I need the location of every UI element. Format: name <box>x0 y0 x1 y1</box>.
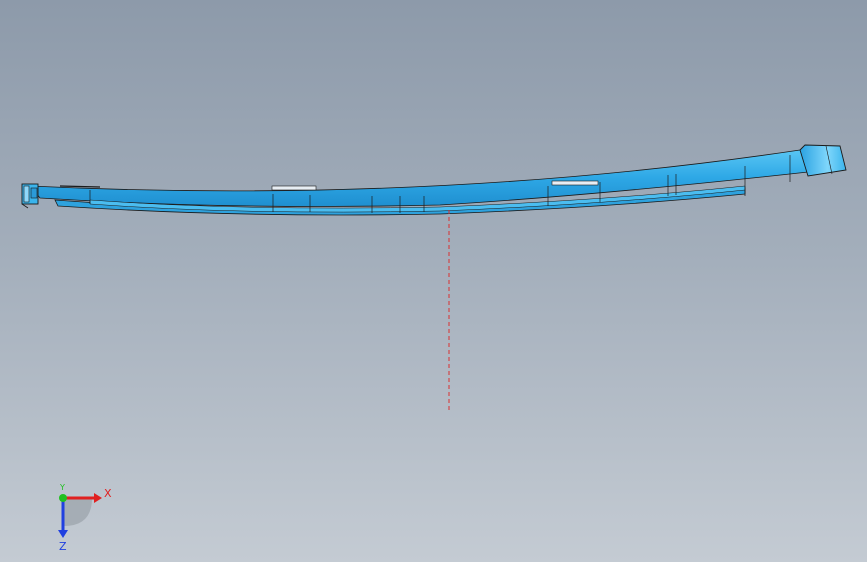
right-tip <box>799 144 847 177</box>
y-axis-label: Y <box>59 483 65 492</box>
cad-model-view[interactable] <box>0 0 867 562</box>
graphics-viewport[interactable]: X Z Y <box>0 0 867 562</box>
top-pad-right <box>551 180 599 186</box>
orientation-triad: X Z Y <box>58 483 112 552</box>
triad-origin-y <box>59 494 67 502</box>
beam-part[interactable] <box>21 144 847 216</box>
z-axis-label: Z <box>59 540 67 552</box>
top-pad-left <box>271 185 317 191</box>
left-end-bracket <box>21 183 39 209</box>
x-axis-label: X <box>104 487 112 500</box>
triad-shadow <box>64 498 92 526</box>
